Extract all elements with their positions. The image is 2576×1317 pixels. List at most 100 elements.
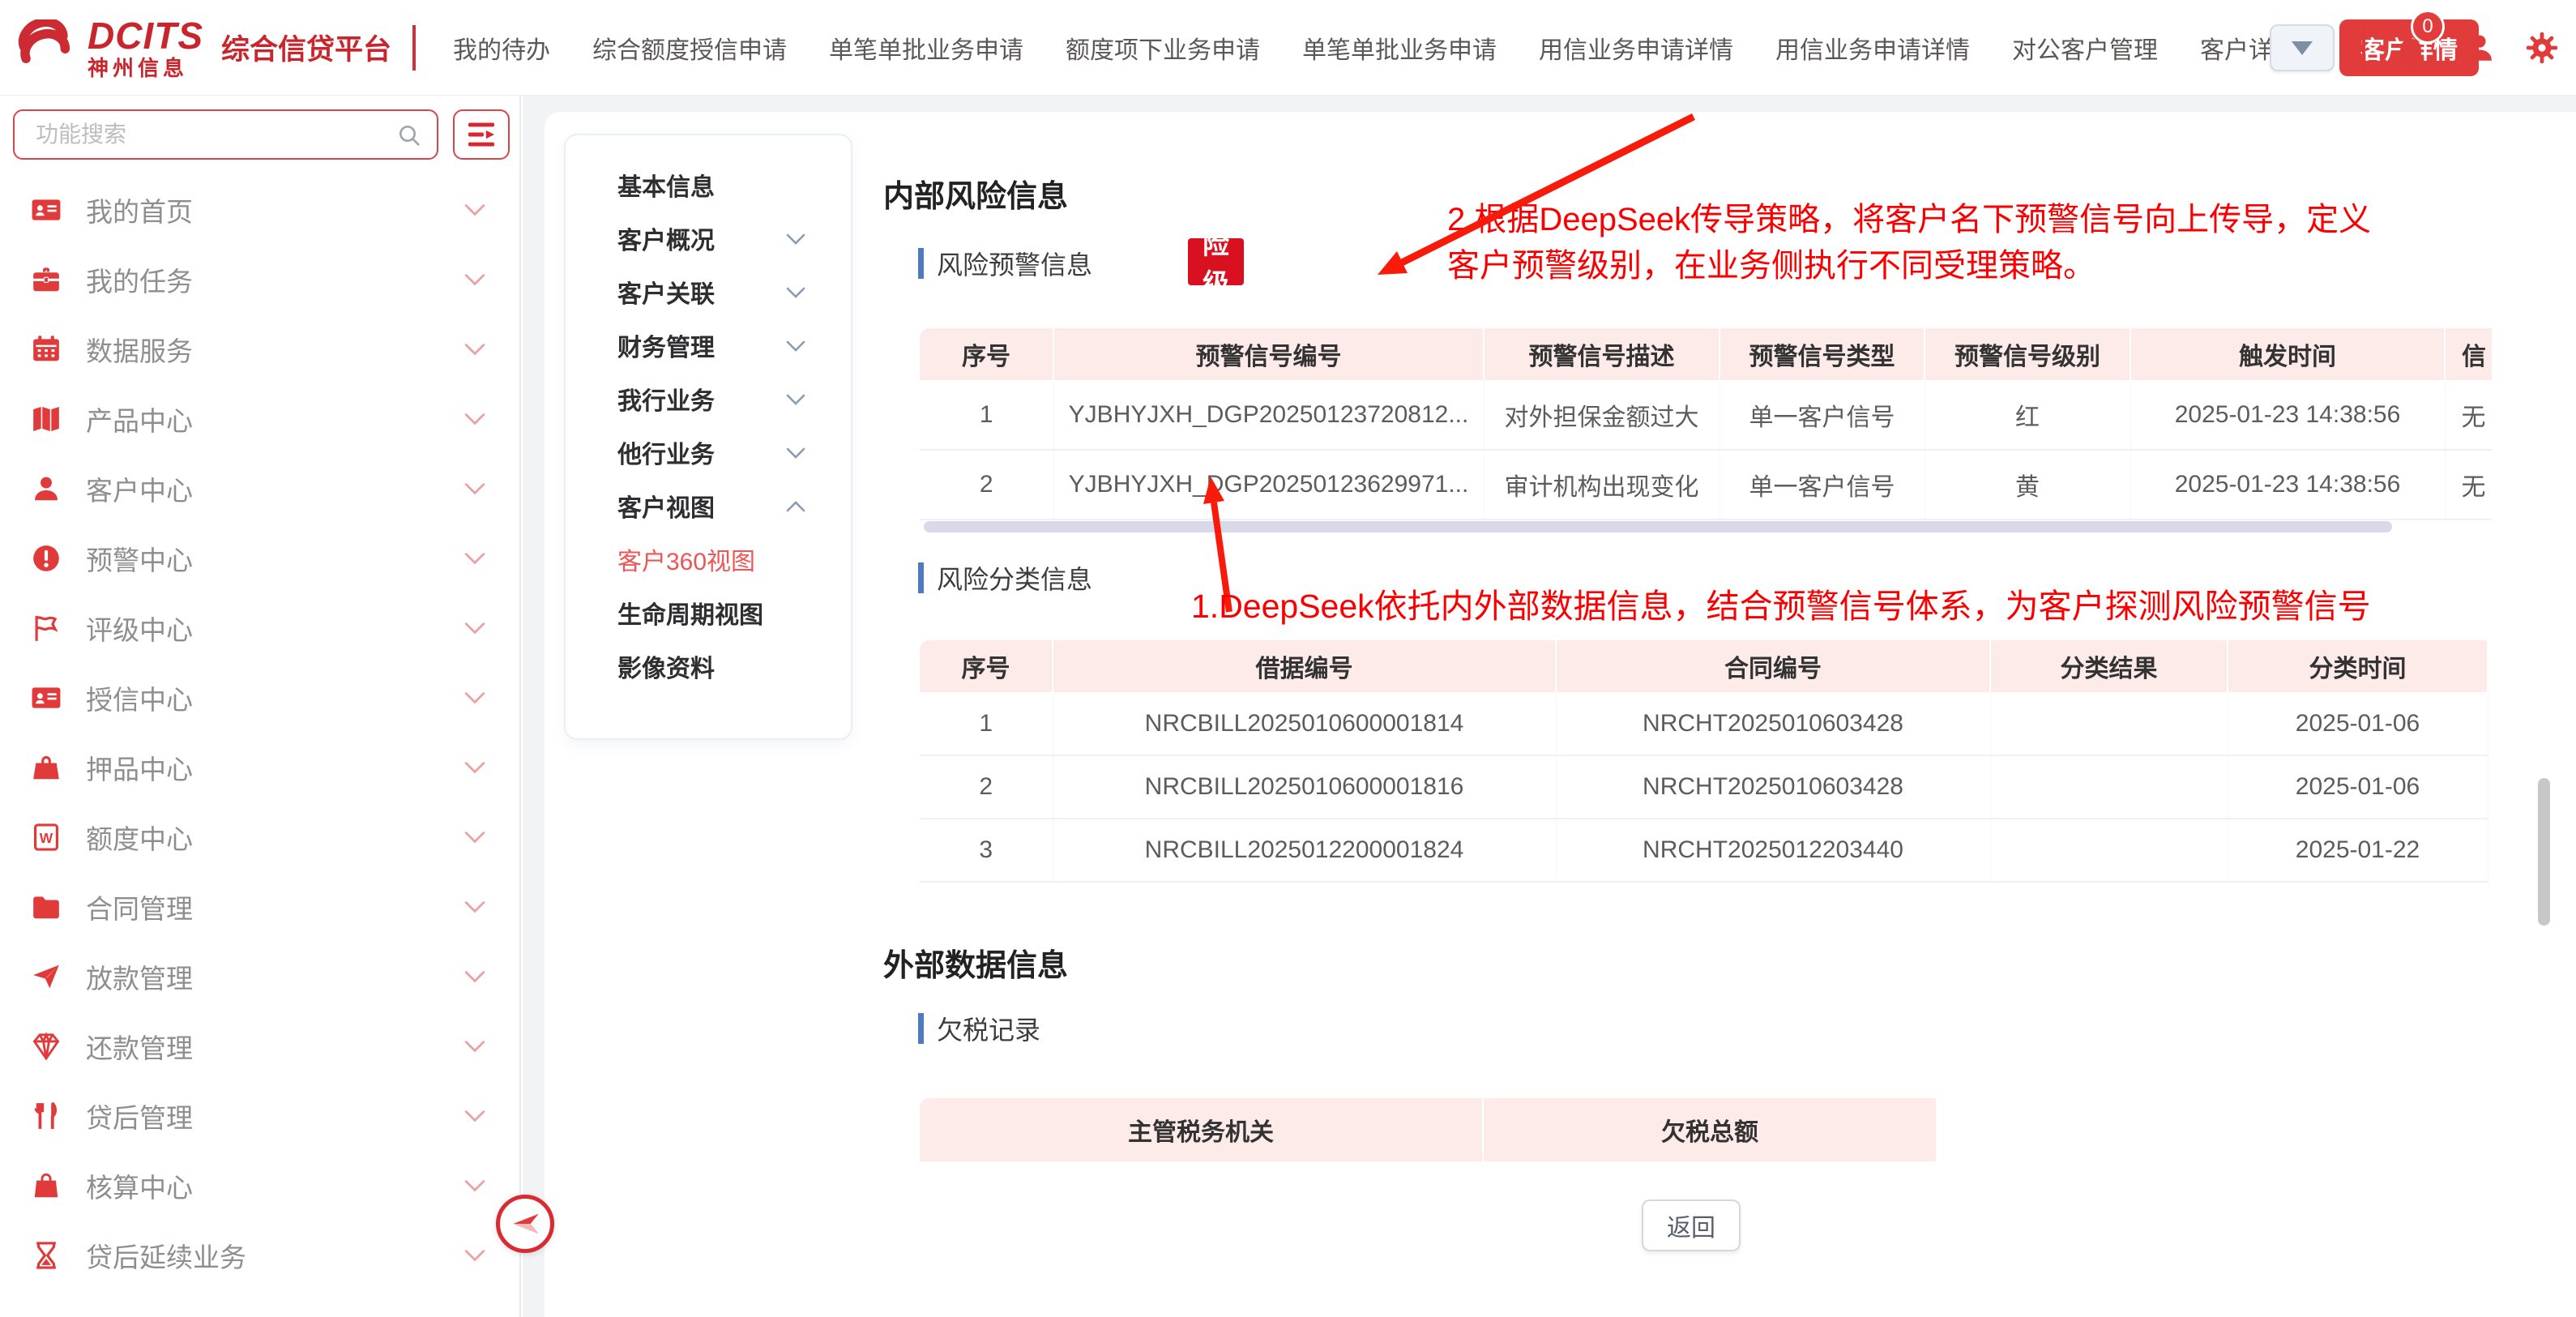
table-cell: NRCHT2025012203440 <box>1556 819 1990 882</box>
sidebar-item[interactable]: 合同管理 <box>0 872 519 942</box>
table-row[interactable]: 3NRCBILL2025012200001824NRCHT20250122034… <box>920 819 2488 882</box>
chevron-down-icon <box>464 691 485 705</box>
sidebar-item-label: 贷后延续业务 <box>86 1236 246 1275</box>
user-icon <box>31 473 62 504</box>
section-tax-arrears: 欠税记录 <box>918 1010 1040 1047</box>
chevron-down-icon <box>464 1178 485 1193</box>
top-tab[interactable]: 综合额度授信申请 <box>592 30 787 66</box>
menu-list-icon <box>467 122 496 148</box>
back-button[interactable]: 返回 <box>1642 1199 1741 1251</box>
top-tab[interactable]: 单笔单批业务申请 <box>829 30 1023 66</box>
submenu-item[interactable]: 我行业务 <box>566 372 851 425</box>
sidebar-item[interactable]: 还款管理 <box>0 1011 519 1081</box>
table-header-row: 主管税务机关欠税总额 <box>920 1098 1937 1161</box>
top-tab[interactable]: 单笔单批业务申请 <box>1302 30 1497 66</box>
v-scrollbar-thumb[interactable] <box>2538 778 2550 926</box>
sidebar-item[interactable]: 授信中心 <box>0 663 519 733</box>
sidebar-item-label: 合同管理 <box>86 887 193 926</box>
sidebar-item[interactable]: 我的首页 <box>0 175 519 245</box>
sidebar-item-label: 放款管理 <box>86 957 193 996</box>
tabs-overflow-dropdown[interactable] <box>2270 24 2335 71</box>
dcits-logo-icon <box>13 19 76 76</box>
table-cell: 审计机构出现变化 <box>1484 450 1719 520</box>
sidebar-item-label: 贷后管理 <box>86 1097 193 1135</box>
top-navbar: DCITS 神州信息 综合信贷平台 我的待办 综合额度授信申请 单笔单批业务申请 额度… <box>0 0 2576 96</box>
menu-collapse-button[interactable] <box>453 109 510 160</box>
table-row[interactable]: 2NRCBILL2025010600001816NRCHT20250106034… <box>920 755 2488 819</box>
sidebar-collapse-button[interactable] <box>496 1195 554 1253</box>
gear-icon[interactable] <box>2524 30 2560 66</box>
table-cell: 单一客户信号 <box>1719 450 1925 520</box>
function-search <box>13 109 438 160</box>
h-scrollbar-thumb[interactable] <box>924 521 2392 532</box>
annotation-2: 2.根据DeepSeek传导策略，将客户名下预警信号向上传导，定义 客户预警级别… <box>1447 197 2525 289</box>
top-tab[interactable]: 我的待办 <box>453 30 550 66</box>
heading-internal-risk: 内部风险信息 <box>883 171 1068 216</box>
table-cell: NRCHT2025010603428 <box>1556 692 1990 755</box>
sidebar-menu: 我的首页我的任务数据服务产品中心客户中心预警中心评级中心授信中心押品中心 W 额度中… <box>0 175 519 1290</box>
sidebar-item[interactable]: 贷后管理 <box>0 1081 519 1151</box>
submenu-item[interactable]: 客户视图 <box>566 479 851 532</box>
shopping-bag-icon <box>31 1170 62 1201</box>
main-content: 内部风险信息 风险预警信息 高风险级客户 2.根据DeepSeek传导策略，将客… <box>870 112 2576 1317</box>
sidebar-item[interactable]: W 额度中心 <box>0 802 519 872</box>
sidebar-item[interactable]: 我的任务 <box>0 245 519 314</box>
sidebar-item[interactable]: 预警中心 <box>0 524 519 593</box>
table-cell: 无 <box>2445 380 2492 450</box>
chevron-down-icon <box>464 1039 485 1054</box>
user-icon[interactable] <box>2463 29 2497 66</box>
sidebar-item-label: 预警中心 <box>86 539 193 578</box>
chevron-down-icon <box>464 969 485 984</box>
sidebar-item[interactable]: 数据服务 <box>0 314 519 384</box>
search-input[interactable] <box>15 111 371 158</box>
sidebar-item-label: 额度中心 <box>86 818 193 857</box>
notification-count-badge: 0 <box>2411 10 2445 44</box>
column-header: 主管税务机关 <box>920 1098 1483 1161</box>
submenu-item[interactable]: 财务管理 <box>566 319 851 372</box>
column-header: 触发时间 <box>2130 328 2445 380</box>
submenu-item[interactable]: 客户关联 <box>566 265 851 319</box>
section-risk-warning-label: 风险预警信息 <box>937 245 1092 282</box>
sidebar-item[interactable]: 客户中心 <box>0 454 519 524</box>
chevron-down-icon <box>464 342 485 357</box>
alert-circle-icon <box>31 543 62 574</box>
column-header: 信 <box>2445 328 2492 380</box>
content-panel: 基本信息客户概况客户关联财务管理我行业务他行业务客户视图客户360视图生命周期视… <box>545 112 2576 1317</box>
table-row[interactable]: 2YJBHYJXH_DGP20250123629971...审计机构出现变化单一… <box>920 450 2492 520</box>
sidebar-item[interactable]: 放款管理 <box>0 942 519 1011</box>
sidebar-item-label: 评级中心 <box>86 609 193 648</box>
chevron-down-icon <box>464 1248 485 1263</box>
submenu-item[interactable]: 基本信息 <box>566 158 851 212</box>
column-header: 预警信号描述 <box>1484 328 1719 380</box>
sidebar-item[interactable]: 产品中心 <box>0 384 519 454</box>
map-book-icon <box>31 404 62 434</box>
submenu-item[interactable]: 生命周期视图 <box>566 586 851 639</box>
chevron-down-icon <box>464 481 485 496</box>
doc-w-icon: W <box>31 822 62 853</box>
submenu-item[interactable]: 影像资料 <box>566 639 851 693</box>
submenu-item-label: 我行业务 <box>617 381 715 417</box>
chevron-down-icon <box>464 551 485 566</box>
table-cell: 2025-01-23 14:38:56 <box>2130 450 2445 520</box>
table-row[interactable]: 1NRCBILL2025010600001814NRCHT20250106034… <box>920 692 2488 755</box>
table-row[interactable]: 1YJBHYJXH_DGP20250123720812...对外担保金额过大单一… <box>920 380 2492 450</box>
top-tab[interactable]: 用信业务申请详情 <box>1539 30 1733 66</box>
content-region: 基本信息客户概况客户关联财务管理我行业务他行业务客户视图客户360视图生命周期视… <box>523 96 2576 1317</box>
top-tab[interactable]: 对公客户管理 <box>2012 30 2158 66</box>
column-header: 分类时间 <box>2228 640 2488 692</box>
top-tab[interactable]: 用信业务申请详情 <box>1775 30 1970 66</box>
top-tab[interactable]: 额度项下业务申请 <box>1066 30 1260 66</box>
sidebar-item[interactable]: 押品中心 <box>0 733 519 802</box>
notifications-button[interactable]: 0 <box>2393 23 2435 73</box>
column-header: 合同编号 <box>1556 640 1990 692</box>
table-cell: 对外担保金额过大 <box>1484 380 1719 450</box>
table-cell: 红 <box>1925 380 2130 450</box>
sidebar-item[interactable]: 贷后延续业务 <box>0 1221 519 1290</box>
submenu-item[interactable]: 客户概况 <box>566 212 851 265</box>
sidebar-item[interactable]: 核算中心 <box>0 1151 519 1221</box>
sidebar-item[interactable]: 评级中心 <box>0 593 519 663</box>
submenu-item[interactable]: 他行业务 <box>566 425 851 479</box>
submenu-item[interactable]: 客户360视图 <box>566 532 851 586</box>
logo: DCITS 神州信息 综合信贷平台 <box>0 17 453 79</box>
submenu-item-label: 影像资料 <box>617 648 715 684</box>
